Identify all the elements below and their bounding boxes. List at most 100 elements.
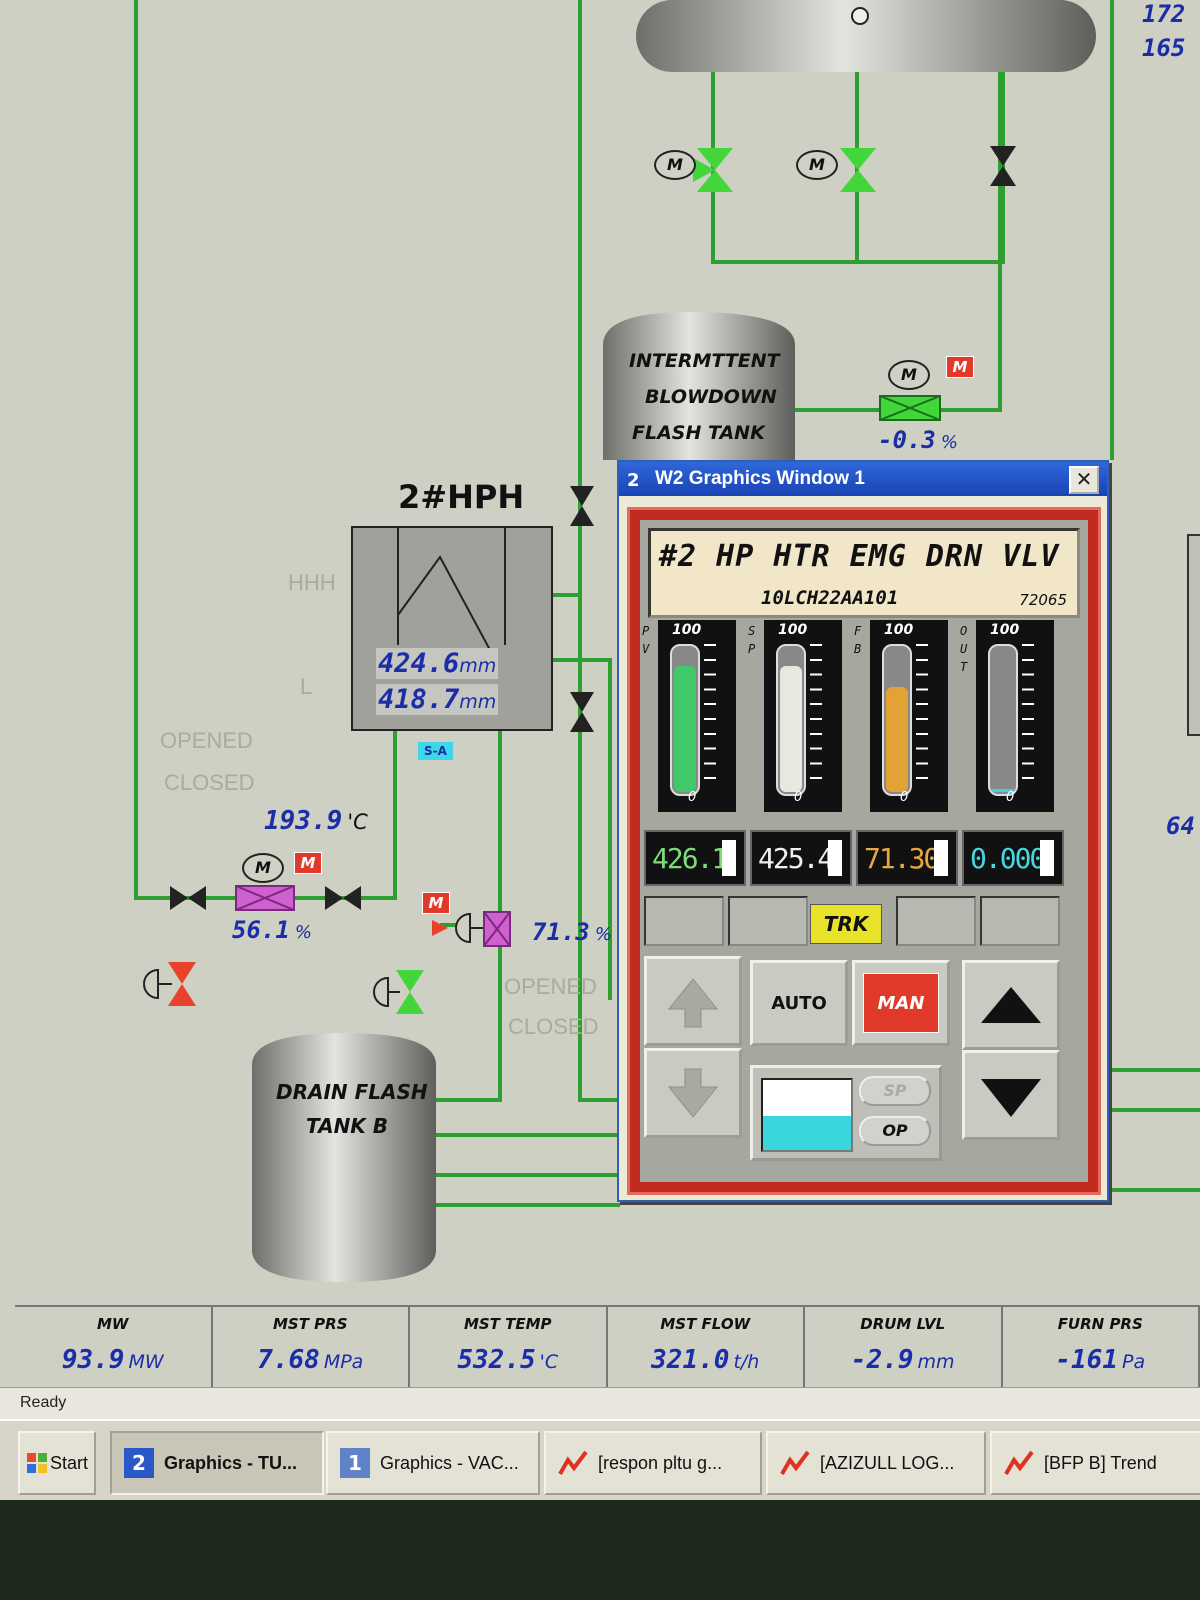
taskbar-item-respon-pltu[interactable]: [respon pltu g... — [544, 1431, 762, 1495]
heater-outlet-valve[interactable] — [235, 885, 295, 911]
entry-bar-fill — [763, 1116, 851, 1150]
graphics-window-1-icon: 1 — [340, 1448, 370, 1478]
start-button[interactable]: Start — [18, 1431, 96, 1495]
pneumatic-valve-red[interactable] — [143, 962, 196, 1006]
trend-icon — [558, 1450, 588, 1475]
motor-actuator-top-2[interactable]: M — [796, 150, 838, 180]
increase-fast-button[interactable] — [644, 956, 742, 1046]
faceplate-body: #2 HP HTR EMG DRN VLV 10LCH22AA101 72065… — [640, 520, 1088, 1182]
indicator-slot-4 — [896, 896, 976, 946]
trend-icon — [1004, 1450, 1034, 1475]
indicator-slot-5 — [980, 896, 1060, 946]
triangle-down-icon — [981, 1079, 1041, 1117]
key-parameters-bar: MW 93.9 MW MST PRS 7.68 MPa MST TEMP 532.5 'C … — [15, 1305, 1200, 1389]
stat-mst-flow-value: 321.0 — [651, 1345, 730, 1375]
left-closed-label: CLOSED — [164, 770, 255, 795]
entry-bar[interactable] — [761, 1078, 853, 1152]
faceplate-title-bar[interactable]: 2 W2 Graphics Window 1 ✕ — [619, 462, 1107, 496]
heater-outlet-output-unit: % — [294, 922, 312, 943]
drain-valve-lower[interactable] — [570, 692, 594, 732]
heater-level-1: 424.6mm — [376, 648, 499, 679]
windows-logo-icon — [27, 1453, 47, 1473]
sp-letters: S P — [748, 624, 756, 656]
taskbar-item-bfp-b-trend[interactable]: [BFP B] Trend — [990, 1431, 1200, 1495]
drain-flash-tank — [252, 1033, 436, 1282]
auto-label: AUTO — [771, 992, 827, 1014]
heater-level-1-value: 424.6 — [378, 648, 460, 679]
temperature-unit: 'C — [347, 810, 368, 834]
left-opened-label: OPENED — [160, 728, 253, 753]
man-button[interactable]: MAN — [852, 960, 950, 1046]
intermittent-tank-label-3: FLASH TANK — [632, 422, 765, 444]
isolation-valve-left[interactable] — [170, 886, 206, 910]
sp-fill — [780, 666, 802, 792]
pv-value: 426.1 — [652, 842, 728, 875]
taskbar-item-graphics-vac[interactable]: 1 Graphics - VAC... — [326, 1431, 540, 1495]
fb-value: 71.30 — [864, 842, 940, 875]
increase-button[interactable] — [962, 960, 1060, 1050]
sp-value: 425.4 — [758, 842, 834, 875]
close-button[interactable]: ✕ — [1069, 466, 1099, 494]
stat-mst-prs-title: MST PRS — [272, 1315, 348, 1333]
out-bargraph: 100 0 — [976, 620, 1054, 812]
gate-valve-top-2[interactable] — [840, 148, 876, 192]
gate-valve-top-1[interactable] — [693, 148, 733, 192]
decrease-button[interactable] — [962, 1050, 1060, 1140]
isolation-valve-right[interactable] — [325, 886, 361, 910]
taskbar-item-label: [AZIZULL LOG... — [820, 1452, 955, 1473]
motor-actuator-top-1[interactable]: M — [654, 150, 696, 180]
heater-level-2: 418.7mm — [376, 684, 499, 715]
pv-value-box[interactable]: 426.1 — [644, 830, 746, 886]
pv-fill — [674, 666, 696, 792]
stat-furn-prs-unit: Pa — [1122, 1351, 1146, 1373]
op-select-button[interactable]: OP — [859, 1116, 931, 1146]
fb-value-box[interactable]: 71.30 — [856, 830, 958, 886]
faceplate-window[interactable]: 2 W2 Graphics Window 1 ✕ #2 HP HTR EMG D… — [617, 460, 1109, 1202]
heater-level-2-unit: mm — [459, 691, 497, 713]
level-l-label: L — [300, 674, 313, 699]
blowdown-motor-icon[interactable]: M — [888, 360, 930, 390]
taskbar-item-label: Graphics - VAC... — [380, 1452, 519, 1473]
out-min: 0 — [1006, 790, 1015, 805]
blowdown-valve[interactable] — [879, 395, 941, 421]
arrow-up-disabled-icon — [667, 978, 719, 1028]
sp-value-box[interactable]: 425.4 — [750, 830, 852, 886]
heater-sa-tag[interactable]: S-A — [418, 742, 453, 760]
window-title: W2 Graphics Window 1 — [655, 468, 865, 489]
sp-bar-column: S P 100 0 — [746, 620, 844, 820]
stat-mst-flow-unit: t/h — [733, 1351, 760, 1373]
out-value: 0.000 — [970, 842, 1046, 875]
man-label: MAN — [877, 992, 925, 1014]
gate-valve-top-3[interactable] — [990, 146, 1016, 186]
pneumatic-valve-green[interactable] — [373, 970, 424, 1014]
sp-select-button[interactable]: SP — [859, 1076, 931, 1106]
emergency-drain-valve[interactable] — [432, 911, 511, 947]
right-edge-value: 64 — [1166, 812, 1195, 840]
decrease-fast-button[interactable] — [644, 1048, 742, 1138]
out-letters: O U T — [960, 624, 968, 674]
window-number: 2 — [627, 470, 640, 491]
drain-valve-upper[interactable] — [570, 486, 594, 526]
heater-level-2-value: 418.7 — [378, 684, 460, 715]
fb-fill — [886, 686, 908, 792]
taskbar-item-label: [BFP B] Trend — [1044, 1452, 1157, 1473]
taskbar-item-azizull-log[interactable]: [AZIZULL LOG... — [766, 1431, 986, 1495]
auto-button[interactable]: AUTO — [750, 960, 848, 1046]
pv-min: 0 — [688, 790, 697, 805]
sp-bargraph: 100 0 — [764, 620, 842, 812]
faceplate-code: 72065 — [1019, 591, 1067, 609]
emergency-drain-manual-badge: M — [422, 892, 450, 914]
out-bar-column: O U T 100 0 — [958, 620, 1056, 820]
out-value-box[interactable]: 0.000 — [962, 830, 1064, 886]
stat-mw-unit: MW — [128, 1351, 164, 1373]
trk-indicator: TRK — [810, 904, 882, 944]
faceplate-title: #2 HP HTR EMG DRN VLV — [659, 539, 1060, 574]
heater-outlet-output: 56.1 % — [232, 916, 312, 944]
start-label: Start — [50, 1452, 89, 1473]
trend-icon — [780, 1450, 810, 1475]
taskbar: Start 2 Graphics - TU... 1 Graphics - VA… — [0, 1419, 1200, 1500]
drain-tank-label-2: TANK B — [306, 1114, 389, 1138]
stat-mw-value: 93.9 — [61, 1345, 125, 1375]
taskbar-item-graphics-tu[interactable]: 2 Graphics - TU... — [110, 1431, 324, 1495]
heater-outlet-motor-icon[interactable]: M — [242, 853, 284, 883]
